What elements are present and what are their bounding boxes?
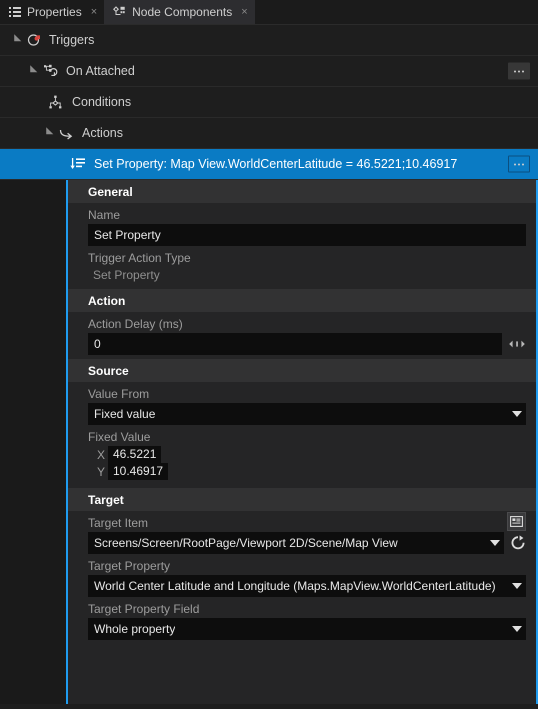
set-property-icon: [70, 157, 86, 171]
chevron-down-icon: [490, 540, 500, 546]
field-target-property: Target Property World Center Latitude an…: [68, 554, 536, 597]
target-property-field-label: Target Property Field: [88, 602, 200, 616]
tree-row-set-property[interactable]: Set Property: Map View.WorldCenterLatitu…: [0, 149, 538, 180]
chevron-down-icon[interactable]: [10, 35, 21, 46]
tree-row-on-attached[interactable]: On Attached: [0, 56, 538, 87]
chevron-down-icon[interactable]: [42, 128, 53, 139]
tree-row-conditions[interactable]: Conditions: [0, 87, 538, 118]
action-delay-label: Action Delay (ms): [88, 317, 183, 331]
name-input[interactable]: Set Property: [88, 224, 526, 246]
fixed-value-x-label: X: [97, 447, 106, 462]
chevron-down-icon[interactable]: [26, 66, 37, 77]
tree-label: On Attached: [66, 64, 135, 78]
trigger-icon: [27, 33, 41, 47]
name-label: Name: [88, 208, 121, 222]
close-icon[interactable]: ×: [241, 6, 247, 18]
value-from-value: Fixed value: [94, 407, 156, 421]
target-property-select[interactable]: World Center Latitude and Longitude (Map…: [88, 575, 526, 597]
fixed-value-x-input[interactable]: 46.5221: [108, 446, 162, 463]
fixed-value-x-row: X 46.5221: [93, 446, 526, 463]
value-from-label: Value From: [88, 387, 150, 401]
fixed-value-y-row: Y 10.46917: [93, 463, 526, 480]
section-target: Target: [68, 488, 536, 511]
tree-label: Conditions: [72, 95, 132, 109]
action-properties-panel: General Name Set Property Trigger Action…: [68, 180, 536, 704]
row-menu-button[interactable]: [508, 155, 530, 173]
target-property-field-select[interactable]: Whole property: [88, 618, 526, 640]
target-item-value: Screens/Screen/RootPage/Viewport 2D/Scen…: [94, 536, 398, 550]
tab-properties[interactable]: Properties ×: [0, 0, 104, 24]
conditions-icon: [48, 95, 64, 109]
trigger-action-type-value: Set Property: [93, 268, 160, 282]
fixed-value-label: Fixed Value: [88, 430, 151, 444]
tab-node-components[interactable]: Node Components ×: [104, 0, 255, 24]
drag-horizontal-icon[interactable]: [508, 338, 526, 350]
section-action: Action: [68, 289, 536, 312]
section-source: Source: [68, 359, 536, 382]
tab-node-components-label: Node Components: [132, 5, 233, 19]
fixed-value-y-label: Y: [97, 464, 106, 479]
list-icon: [9, 6, 21, 18]
pick-target-button[interactable]: [507, 512, 526, 531]
field-name: Name Set Property: [68, 203, 536, 246]
tree-label: Set Property: Map View.WorldCenterLatitu…: [94, 157, 458, 171]
tab-bar: Properties × Node Components ×: [0, 0, 538, 25]
target-property-value: World Center Latitude and Longitude (Map…: [94, 579, 496, 593]
tree-row-actions[interactable]: Actions: [0, 118, 538, 149]
action-delay-input[interactable]: 0: [88, 333, 502, 355]
row-menu-button[interactable]: [508, 62, 530, 80]
chevron-down-icon: [512, 583, 522, 589]
target-item-select[interactable]: Screens/Screen/RootPage/Viewport 2D/Scen…: [88, 532, 504, 554]
actions-arrow-icon: [59, 127, 74, 140]
target-item-label: Target Item: [88, 516, 149, 530]
target-property-field-value: Whole property: [94, 622, 176, 636]
goto-target-icon[interactable]: [510, 535, 526, 551]
chevron-down-icon: [512, 626, 522, 632]
tree-label: Triggers: [49, 33, 95, 47]
field-action-delay: Action Delay (ms) 0: [68, 312, 536, 355]
field-value-from: Value From Fixed value: [68, 382, 536, 425]
chevron-down-icon: [512, 411, 522, 417]
on-attached-icon: [43, 64, 58, 78]
field-trigger-action-type: Trigger Action Type Set Property: [68, 246, 536, 285]
field-target-item: Target Item Screens/Screen/RootPage/View…: [68, 511, 536, 554]
trigger-tree: Triggers On Attached Conditions Actions …: [0, 25, 538, 180]
components-icon: [113, 6, 126, 18]
field-fixed-value: Fixed Value X 46.5221 Y 10.46917: [68, 425, 536, 480]
left-gutter: [0, 180, 66, 704]
picker-icon: [510, 516, 523, 527]
properties-body: General Name Set Property Trigger Action…: [0, 180, 538, 704]
section-general: General: [68, 180, 536, 203]
tab-properties-label: Properties: [27, 5, 82, 19]
fixed-value-y-input[interactable]: 10.46917: [108, 463, 169, 480]
trigger-action-type-label: Trigger Action Type: [88, 251, 191, 265]
target-property-label: Target Property: [88, 559, 171, 573]
tree-label: Actions: [82, 126, 123, 140]
value-from-select[interactable]: Fixed value: [88, 403, 526, 425]
close-icon[interactable]: ×: [91, 6, 97, 18]
tree-row-triggers[interactable]: Triggers: [0, 25, 538, 56]
field-target-property-field: Target Property Field Whole property: [68, 597, 536, 640]
